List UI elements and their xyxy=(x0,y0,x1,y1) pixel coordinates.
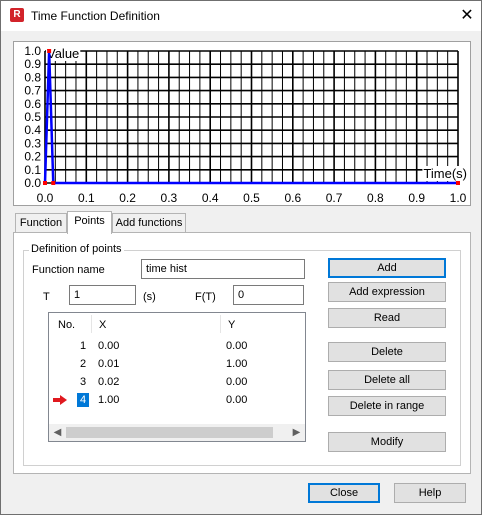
scroll-left-icon[interactable]: ◀ xyxy=(49,424,66,441)
scrollbar-thumb[interactable] xyxy=(66,427,273,438)
y-tick-label: 0.0 xyxy=(24,176,41,190)
y-tick-label: 0.9 xyxy=(24,57,41,71)
close-button[interactable]: Close xyxy=(308,483,380,503)
window-title: Time Function Definition xyxy=(31,9,160,23)
column-separator xyxy=(220,315,221,333)
y-tick-label: 0.4 xyxy=(24,123,41,137)
points-list[interactable]: No. X Y 1 0.00 0.00 2 0.01 1.00 3 0.02 0… xyxy=(48,312,306,442)
function-name-input[interactable]: time hist xyxy=(141,259,305,279)
row-no: 3 xyxy=(80,376,87,388)
x-tick-label: 0.7 xyxy=(326,191,343,205)
tab-add-functions[interactable]: Add functions xyxy=(112,213,186,233)
time-function-chart: 0.0 0.1 0.2 0.3 0.4 0.5 0.6 0.7 0.8 0.9 1.00.00.10… xyxy=(24,44,468,205)
modify-button[interactable]: Modify xyxy=(328,432,446,452)
x-tick-label: 0.1 xyxy=(78,191,95,205)
y-axis-label: Value xyxy=(47,46,79,61)
y-tick-label: 1.0 xyxy=(24,44,41,58)
row-no: 1 xyxy=(80,340,87,352)
data-point xyxy=(43,181,47,185)
tab-function-label: Function xyxy=(19,217,63,229)
row-x: 0.02 xyxy=(98,376,120,388)
table-row[interactable]: 3 0.02 0.00 xyxy=(49,373,305,391)
dialog-window: R Time Function Definition ✕ 0.0 0.1 0.2 0.… xyxy=(0,0,482,515)
delete-in-range-button[interactable]: Delete in range xyxy=(328,396,446,416)
row-y: 0.00 xyxy=(226,376,248,388)
y-tick-label: 0.8 xyxy=(24,70,41,84)
y-tick-label: 0.3 xyxy=(24,136,41,150)
tab-add-functions-label: Add functions xyxy=(115,217,183,229)
read-button[interactable]: Read xyxy=(328,308,446,328)
group-title: Definition of points xyxy=(29,243,124,255)
x-tick-label: 0.4 xyxy=(202,191,219,205)
horizontal-scrollbar[interactable]: ◀ ▶ xyxy=(49,424,305,441)
x-tick-label: 0.3 xyxy=(161,191,178,205)
x-tick-label: 0.0 xyxy=(37,191,54,205)
y-tick-label: 0.5 xyxy=(24,110,41,124)
table-row[interactable]: 2 0.01 1.00 xyxy=(49,355,305,373)
x-axis-label: Time(s) xyxy=(423,166,467,181)
row-x: 0.00 xyxy=(98,340,120,352)
ft-label: F(T) xyxy=(195,291,216,303)
add-expression-button[interactable]: Add expression xyxy=(328,282,446,302)
add-button[interactable]: Add xyxy=(328,258,446,278)
column-header-y[interactable]: Y xyxy=(228,319,235,331)
tab-function[interactable]: Function xyxy=(15,213,67,233)
y-tick-label: 0.2 xyxy=(24,150,41,164)
current-row-arrow-icon xyxy=(53,395,67,405)
x-tick-label: 0.6 xyxy=(284,191,301,205)
column-separator xyxy=(91,315,92,333)
scroll-right-icon[interactable]: ▶ xyxy=(288,424,305,441)
data-point xyxy=(51,181,56,185)
list-header: No. X Y xyxy=(49,313,305,337)
x-tick-label: 0.2 xyxy=(119,191,136,205)
row-no: 2 xyxy=(80,358,87,370)
x-tick-label: 1.0 xyxy=(450,191,467,205)
y-tick-label: 0.7 xyxy=(24,84,41,98)
x-tick-label: 0.8 xyxy=(367,191,384,205)
x-tick-label: 0.5 xyxy=(243,191,260,205)
function-name-label: Function name xyxy=(32,264,105,276)
delete-button[interactable]: Delete xyxy=(328,342,446,362)
x-tick-label: 0.9 xyxy=(408,191,425,205)
table-row-selected[interactable]: 4 1.00 0.00 xyxy=(49,391,305,409)
t-label: T xyxy=(43,291,50,303)
row-y: 0.00 xyxy=(226,340,248,352)
row-no: 4 xyxy=(77,393,90,407)
row-x: 0.01 xyxy=(98,358,120,370)
title-bar: R Time Function Definition ✕ xyxy=(1,1,481,31)
delete-all-button[interactable]: Delete all xyxy=(328,370,446,390)
app-icon: R xyxy=(10,8,24,22)
y-tick-label: 0.6 xyxy=(24,97,41,111)
chart-panel: 0.0 0.1 0.2 0.3 0.4 0.5 0.6 0.7 0.8 0.9 1.0 0.0 0.1 0… xyxy=(13,41,471,206)
close-icon[interactable]: ✕ xyxy=(453,3,481,29)
help-button[interactable]: Help xyxy=(394,483,466,503)
tab-points-label: Points xyxy=(74,215,105,227)
ft-input[interactable]: 0 xyxy=(233,285,304,305)
data-point xyxy=(47,49,52,53)
row-y: 1.00 xyxy=(226,358,248,370)
t-unit-label: (s) xyxy=(143,291,156,303)
row-y: 0.00 xyxy=(226,394,248,406)
t-input[interactable]: 1 xyxy=(69,285,136,305)
table-row[interactable]: 1 0.00 0.00 xyxy=(49,337,305,355)
row-x: 1.00 xyxy=(98,394,120,406)
data-point xyxy=(456,181,460,185)
column-header-x[interactable]: X xyxy=(99,319,106,331)
y-tick-label: 0.1 xyxy=(24,163,41,177)
column-header-no[interactable]: No. xyxy=(58,319,75,331)
tab-points[interactable]: Points xyxy=(67,211,112,234)
